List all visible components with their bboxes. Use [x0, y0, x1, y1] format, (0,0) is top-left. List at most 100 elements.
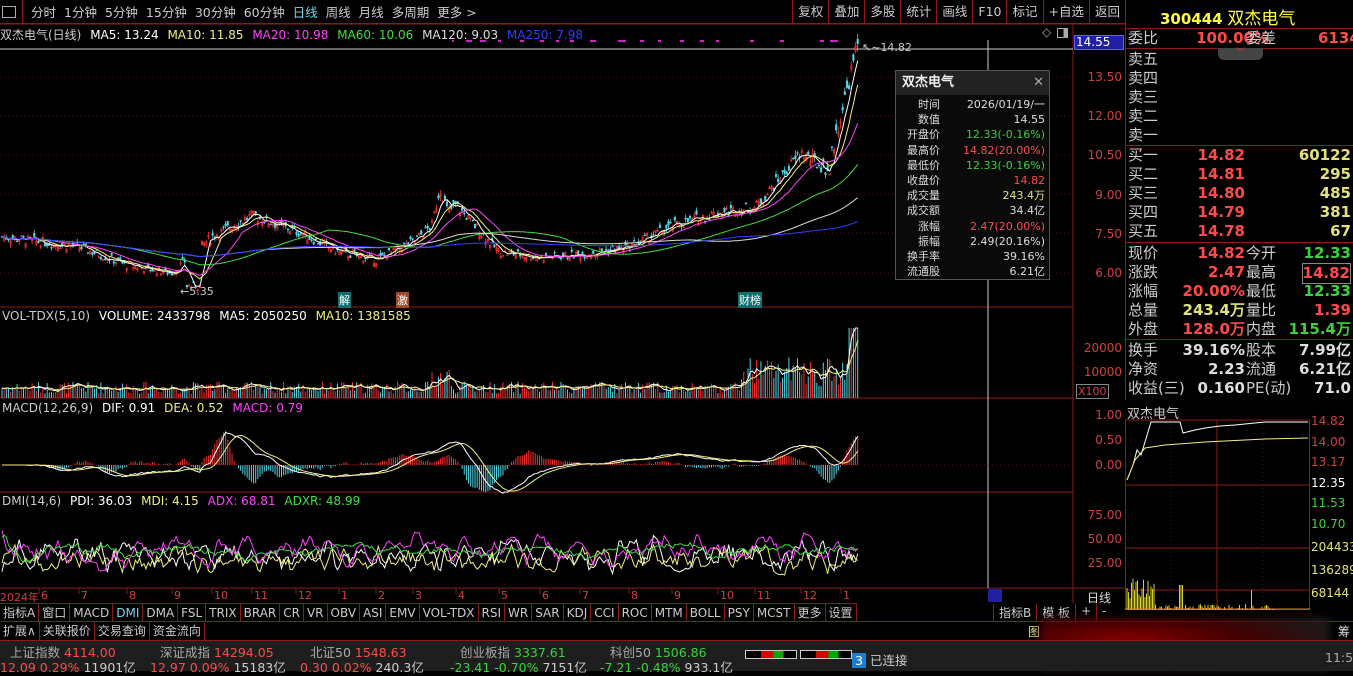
candle-body: [516, 248, 520, 252]
indicator-tab[interactable]: MACD: [70, 604, 114, 621]
dmi-axis-label: 25.00: [1087, 556, 1122, 570]
indicator-tab[interactable]: PSY: [725, 604, 754, 621]
tooltip-value: 14.82(20.00%): [962, 143, 1045, 157]
mini-vol-label: 204433: [1311, 540, 1353, 554]
index-chg: 12.09: [0, 660, 36, 675]
fund-value: 2.23: [1207, 360, 1245, 378]
tooltip-value: 2.47(20.00%): [969, 219, 1045, 233]
divider: [1126, 339, 1353, 340]
candle-body: [364, 257, 367, 260]
indicator-tab[interactable]: 更多: [795, 604, 826, 621]
stat-label: 最低: [1246, 282, 1277, 300]
bid-label: 买四: [1128, 203, 1159, 221]
mini-price-label: 13.17: [1311, 455, 1346, 469]
candle-body: [239, 220, 242, 222]
indicator-tab[interactable]: OBV: [328, 604, 361, 621]
bid-price: 14.82: [1197, 146, 1245, 164]
signal-marker: [640, 40, 644, 42]
candle-body: [609, 249, 612, 251]
indicator-tab[interactable]: DMA: [143, 604, 179, 621]
stat-value: 128.0万: [1182, 320, 1245, 338]
indicator-tab[interactable]: 指标A: [0, 604, 40, 621]
date-axis-label: 12: [803, 589, 817, 602]
candle-body: [600, 248, 603, 252]
candle-body: [777, 178, 780, 183]
indicator-tab[interactable]: SAR: [532, 604, 564, 621]
signal-marker: [830, 40, 838, 42]
indicator-tab[interactable]: EMV: [386, 604, 420, 621]
candle-body: [403, 242, 406, 245]
bid-label: 买三: [1128, 184, 1159, 202]
extension-tab[interactable]: 关联报价: [40, 622, 95, 640]
tooltip-row: 数值 14.55: [896, 112, 1049, 127]
indicator-tab[interactable]: VR: [304, 604, 328, 621]
tooltip-value: 34.4亿: [1009, 204, 1046, 218]
stock-name: 双杰电气: [1227, 9, 1296, 29]
candle-body: [86, 252, 90, 254]
candle-body: [794, 155, 797, 160]
indicator-tab[interactable]: VOL-TDX: [420, 604, 479, 621]
price-axis-label: 7.50: [1095, 226, 1122, 241]
vol-unit: X100: [1076, 384, 1109, 399]
chart-tab[interactable]: 图: [1028, 623, 1040, 640]
ask-row: 卖四: [1128, 69, 1353, 88]
template-tab[interactable]: 指标B: [993, 604, 1036, 621]
candle-body: [147, 264, 150, 267]
indicator-tab[interactable]: RSI: [479, 604, 506, 621]
indicator-tab[interactable]: WR: [505, 604, 533, 621]
stat-value: 243.4万: [1182, 301, 1245, 319]
bid-row[interactable]: 买三 14.80 485: [1128, 184, 1353, 203]
indicator-tab[interactable]: ASI: [360, 604, 387, 621]
date-axis-label: 2: [378, 589, 385, 602]
indicator-tab[interactable]: CR: [280, 604, 304, 621]
high-value: 14.82: [880, 41, 912, 54]
candle-body: [570, 249, 573, 252]
bid-row[interactable]: 买五 14.78 67: [1128, 222, 1353, 241]
candle-body: [493, 244, 496, 248]
indicator-tab[interactable]: 窗口: [39, 604, 71, 621]
indicator-tab[interactable]: MCST: [754, 604, 795, 621]
candle-body: [512, 253, 515, 256]
indicator-tab[interactable]: 设置: [826, 604, 857, 621]
extension-tab[interactable]: 交易查询: [95, 622, 150, 640]
candle-body: [669, 222, 672, 224]
tooltip-key: 换手率: [907, 249, 940, 263]
stat-value: 115.4万: [1288, 320, 1351, 338]
indicator-tab[interactable]: MTM: [652, 604, 687, 621]
extension-tab[interactable]: 资金流向: [150, 622, 205, 640]
tooltip-row: 流通股 6.21亿: [896, 264, 1049, 279]
candle-body: [76, 242, 79, 244]
date-axis-label: 11: [254, 589, 268, 602]
data-tooltip: 双杰电气 ✕ 时间 2026/01/19/一 数值 14.55 开盘价 12.33(-0.1…: [895, 70, 1050, 280]
candle-body: [817, 164, 821, 167]
stat-value: 14.82: [1197, 244, 1245, 262]
indicator-tab[interactable]: BRAR: [241, 604, 281, 621]
indicator-tab[interactable]: ROC: [619, 604, 652, 621]
market-breadth-bar: [800, 650, 852, 659]
index-change: -7.21 -0.48% 933.1亿: [600, 657, 733, 676]
close-icon[interactable]: ✕: [1033, 71, 1044, 95]
mini-price-label: 14.00: [1311, 434, 1346, 449]
indicator-tab[interactable]: TRIX: [206, 604, 241, 621]
candle-body: [605, 248, 608, 251]
candle-body: [426, 225, 429, 229]
bid-row[interactable]: 买四 14.79 381: [1128, 203, 1353, 222]
extension-tab[interactable]: 扩展∧: [0, 622, 40, 640]
bid-row[interactable]: 买一 14.82 60122: [1128, 146, 1353, 165]
event-tag[interactable]: 财榜: [738, 292, 762, 308]
indicator-tab[interactable]: KDJ: [564, 604, 592, 621]
indicator-tab[interactable]: DMI: [113, 604, 144, 621]
chips-tab[interactable]: 筹: [1338, 623, 1350, 640]
bid-row[interactable]: 买二 14.81 295: [1128, 165, 1353, 184]
dmi-adx: ADX: 68.81: [207, 494, 276, 508]
ma250-line: [2, 221, 858, 258]
candle-body: [633, 240, 636, 242]
indicator-tab[interactable]: BOLL: [687, 604, 725, 621]
event-tag[interactable]: 激: [396, 292, 409, 308]
ask-row: 卖三: [1128, 88, 1353, 107]
event-tag[interactable]: 解: [338, 292, 351, 308]
candle-body: [387, 247, 391, 251]
indicator-tab[interactable]: CCI: [591, 604, 619, 621]
indicator-tab[interactable]: FSL: [178, 604, 207, 621]
connection-status[interactable]: 3 已连接: [852, 650, 907, 669]
